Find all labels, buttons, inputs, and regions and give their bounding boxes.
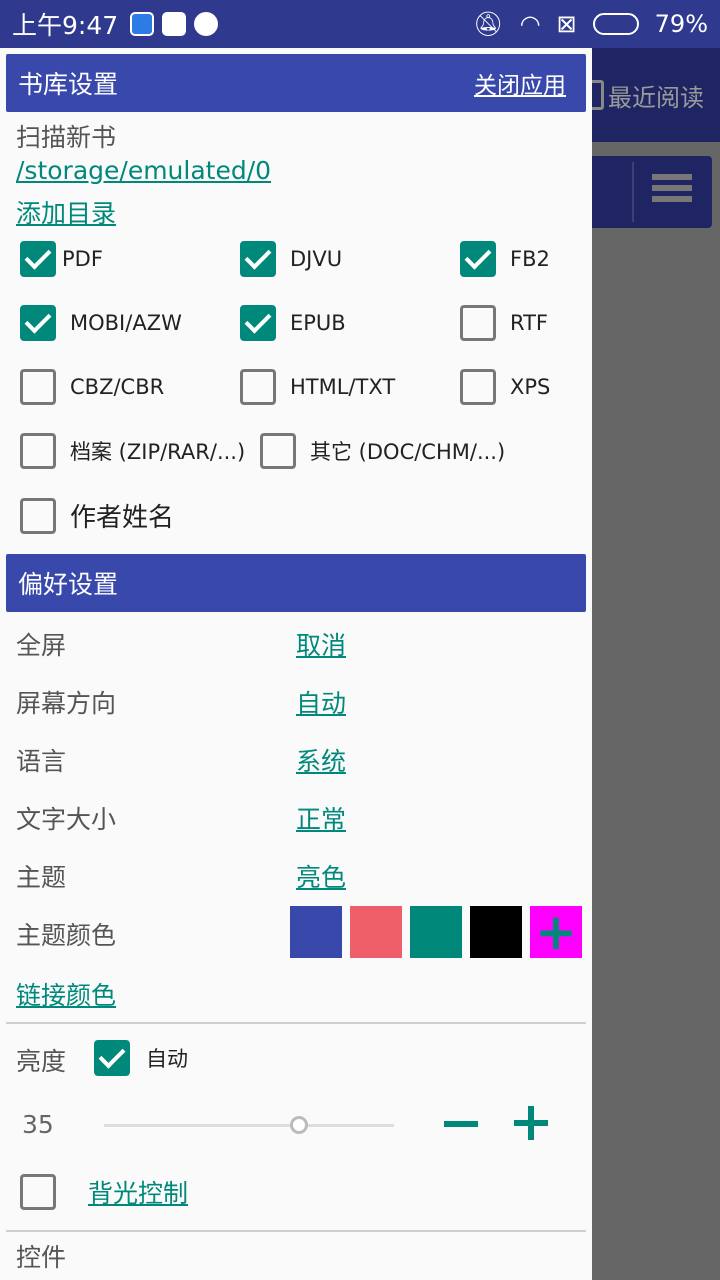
- theme-label: 主题: [16, 863, 67, 892]
- checkbox-label: CBZ/CBR: [70, 375, 165, 399]
- checkbox-box: [94, 1040, 130, 1076]
- screen-orientation-label: 屏幕方向: [16, 689, 117, 718]
- status-bar: 上午9:47 🔕︎ ◠ ⊠ 79%: [0, 0, 720, 48]
- checkbox-label: 其它 (DOC/CHM/...): [310, 440, 506, 464]
- add-directory-link[interactable]: 添加目录: [16, 194, 116, 230]
- format-checkbox-pdf[interactable]: PDF: [20, 241, 103, 277]
- format-checkbox-html[interactable]: HTML/TXT: [240, 369, 395, 405]
- shield-icon: [130, 12, 155, 36]
- format-checkbox-cbz[interactable]: CBZ/CBR: [20, 369, 164, 405]
- controls-label: 控件: [16, 1243, 67, 1272]
- format-checkbox-xps[interactable]: XPS: [460, 369, 550, 405]
- brightness-increase-button[interactable]: [514, 1106, 548, 1140]
- theme-color-label: 主题颜色: [16, 921, 117, 950]
- background-toolbar: [592, 156, 712, 228]
- app-icon: [162, 12, 187, 36]
- checkbox-box: [240, 369, 276, 405]
- theme-color-swatch-black[interactable]: [470, 906, 522, 958]
- format-checkbox-archive[interactable]: 档案 (ZIP/RAR/...): [20, 433, 245, 469]
- format-checkbox-epub[interactable]: EPUB: [240, 305, 346, 341]
- checkbox-label: EPUB: [290, 311, 346, 335]
- checkbox-box: [260, 433, 296, 469]
- library-settings-title: 书库设置: [18, 70, 119, 99]
- format-checkbox-fb2[interactable]: FB2: [460, 241, 550, 277]
- fullscreen-value-link[interactable]: 取消: [296, 626, 346, 662]
- menu-icon[interactable]: [652, 174, 692, 210]
- author-name-checkbox[interactable]: 作者姓名: [20, 497, 174, 534]
- checkbox-label: XPS: [510, 375, 551, 399]
- checkbox-label: RTF: [510, 311, 548, 335]
- theme-value-link[interactable]: 亮色: [296, 858, 346, 894]
- checkbox-box: [20, 1174, 56, 1210]
- toolbar-separator: [632, 162, 634, 222]
- preferences-header: 偏好设置: [6, 554, 586, 612]
- brightness-auto-checkbox[interactable]: 自动: [94, 1040, 188, 1076]
- checkbox-label: 档案 (ZIP/RAR/...): [70, 440, 246, 464]
- mute-icon: 🔕︎: [473, 10, 504, 38]
- format-checkbox-rtf[interactable]: RTF: [460, 305, 548, 341]
- status-time: 上午9:47: [12, 11, 119, 40]
- divider: [6, 1230, 586, 1232]
- checkbox-label: PDF: [62, 247, 103, 271]
- checkbox-label: FB2: [510, 247, 550, 271]
- theme-color-swatch-teal[interactable]: [410, 906, 462, 958]
- notification-icons: [130, 12, 219, 36]
- checkbox-box: [460, 305, 496, 341]
- theme-color-swatch-red[interactable]: [350, 906, 402, 958]
- recent-label: 最近阅读: [608, 83, 704, 112]
- checkbox-label: HTML/TXT: [290, 375, 396, 399]
- checkbox-box: [240, 241, 276, 277]
- checkbox-box: [20, 241, 56, 277]
- screen-orientation-value-link[interactable]: 自动: [296, 684, 346, 720]
- scan-new-books-label: 扫描新书: [16, 123, 117, 152]
- backlight-control-link[interactable]: 背光控制: [88, 1174, 188, 1210]
- qq-icon: [194, 12, 219, 36]
- link-color-link[interactable]: 链接颜色: [16, 976, 116, 1012]
- language-value-link[interactable]: 系统: [296, 742, 346, 778]
- preferences-title: 偏好设置: [18, 570, 119, 599]
- checkbox-box: [20, 497, 56, 534]
- backlight-checkbox[interactable]: 背光控制: [20, 1174, 188, 1210]
- checkbox-box: [240, 305, 276, 341]
- format-checkbox-djvu[interactable]: DJVU: [240, 241, 342, 277]
- font-size-label: 文字大小: [16, 805, 117, 834]
- format-checkbox-other[interactable]: 其它 (DOC/CHM/...): [260, 433, 505, 469]
- checkbox-label: 自动: [146, 1047, 188, 1071]
- checkbox-box: [20, 305, 56, 341]
- checkbox-label: 作者姓名: [70, 503, 175, 533]
- brightness-decrease-button[interactable]: [444, 1121, 478, 1127]
- storage-path-link[interactable]: /storage/emulated/0: [16, 156, 271, 185]
- status-right: 🔕︎ ◠ ⊠ 79%: [473, 10, 708, 38]
- wifi-icon: ◠: [519, 10, 541, 38]
- checkbox-label: MOBI/AZW: [70, 311, 182, 335]
- fullscreen-label: 全屏: [16, 631, 67, 660]
- theme-color-swatch-blue[interactable]: [290, 906, 342, 958]
- close-app-link[interactable]: 关闭应用: [474, 66, 566, 100]
- language-label: 语言: [16, 747, 67, 776]
- divider: [6, 1022, 586, 1024]
- battery-percent: 79%: [654, 10, 708, 38]
- add-theme-color-button[interactable]: +: [530, 906, 582, 958]
- font-size-value-link[interactable]: 正常: [296, 800, 346, 836]
- background-app: 最近阅读: [586, 48, 720, 1280]
- checkbox-box: [460, 241, 496, 277]
- library-settings-header: 书库设置 关闭应用: [6, 54, 586, 112]
- no-sim-icon: ⊠: [556, 10, 577, 38]
- checkbox-box: [460, 369, 496, 405]
- checkbox-box: [20, 369, 56, 405]
- brightness-slider-thumb[interactable]: [290, 1116, 308, 1134]
- recent-tab[interactable]: 最近阅读: [586, 48, 720, 142]
- checkbox-box: [20, 433, 56, 469]
- battery-icon: [592, 13, 639, 35]
- format-checkbox-mobi[interactable]: MOBI/AZW: [20, 305, 182, 341]
- brightness-value: 35: [22, 1110, 54, 1139]
- settings-drawer: 书库设置 关闭应用 扫描新书 /storage/emulated/0 添加目录 …: [0, 48, 592, 1280]
- brightness-slider[interactable]: [104, 1124, 394, 1127]
- brightness-label: 亮度: [16, 1047, 67, 1076]
- checkbox-label: DJVU: [290, 247, 343, 271]
